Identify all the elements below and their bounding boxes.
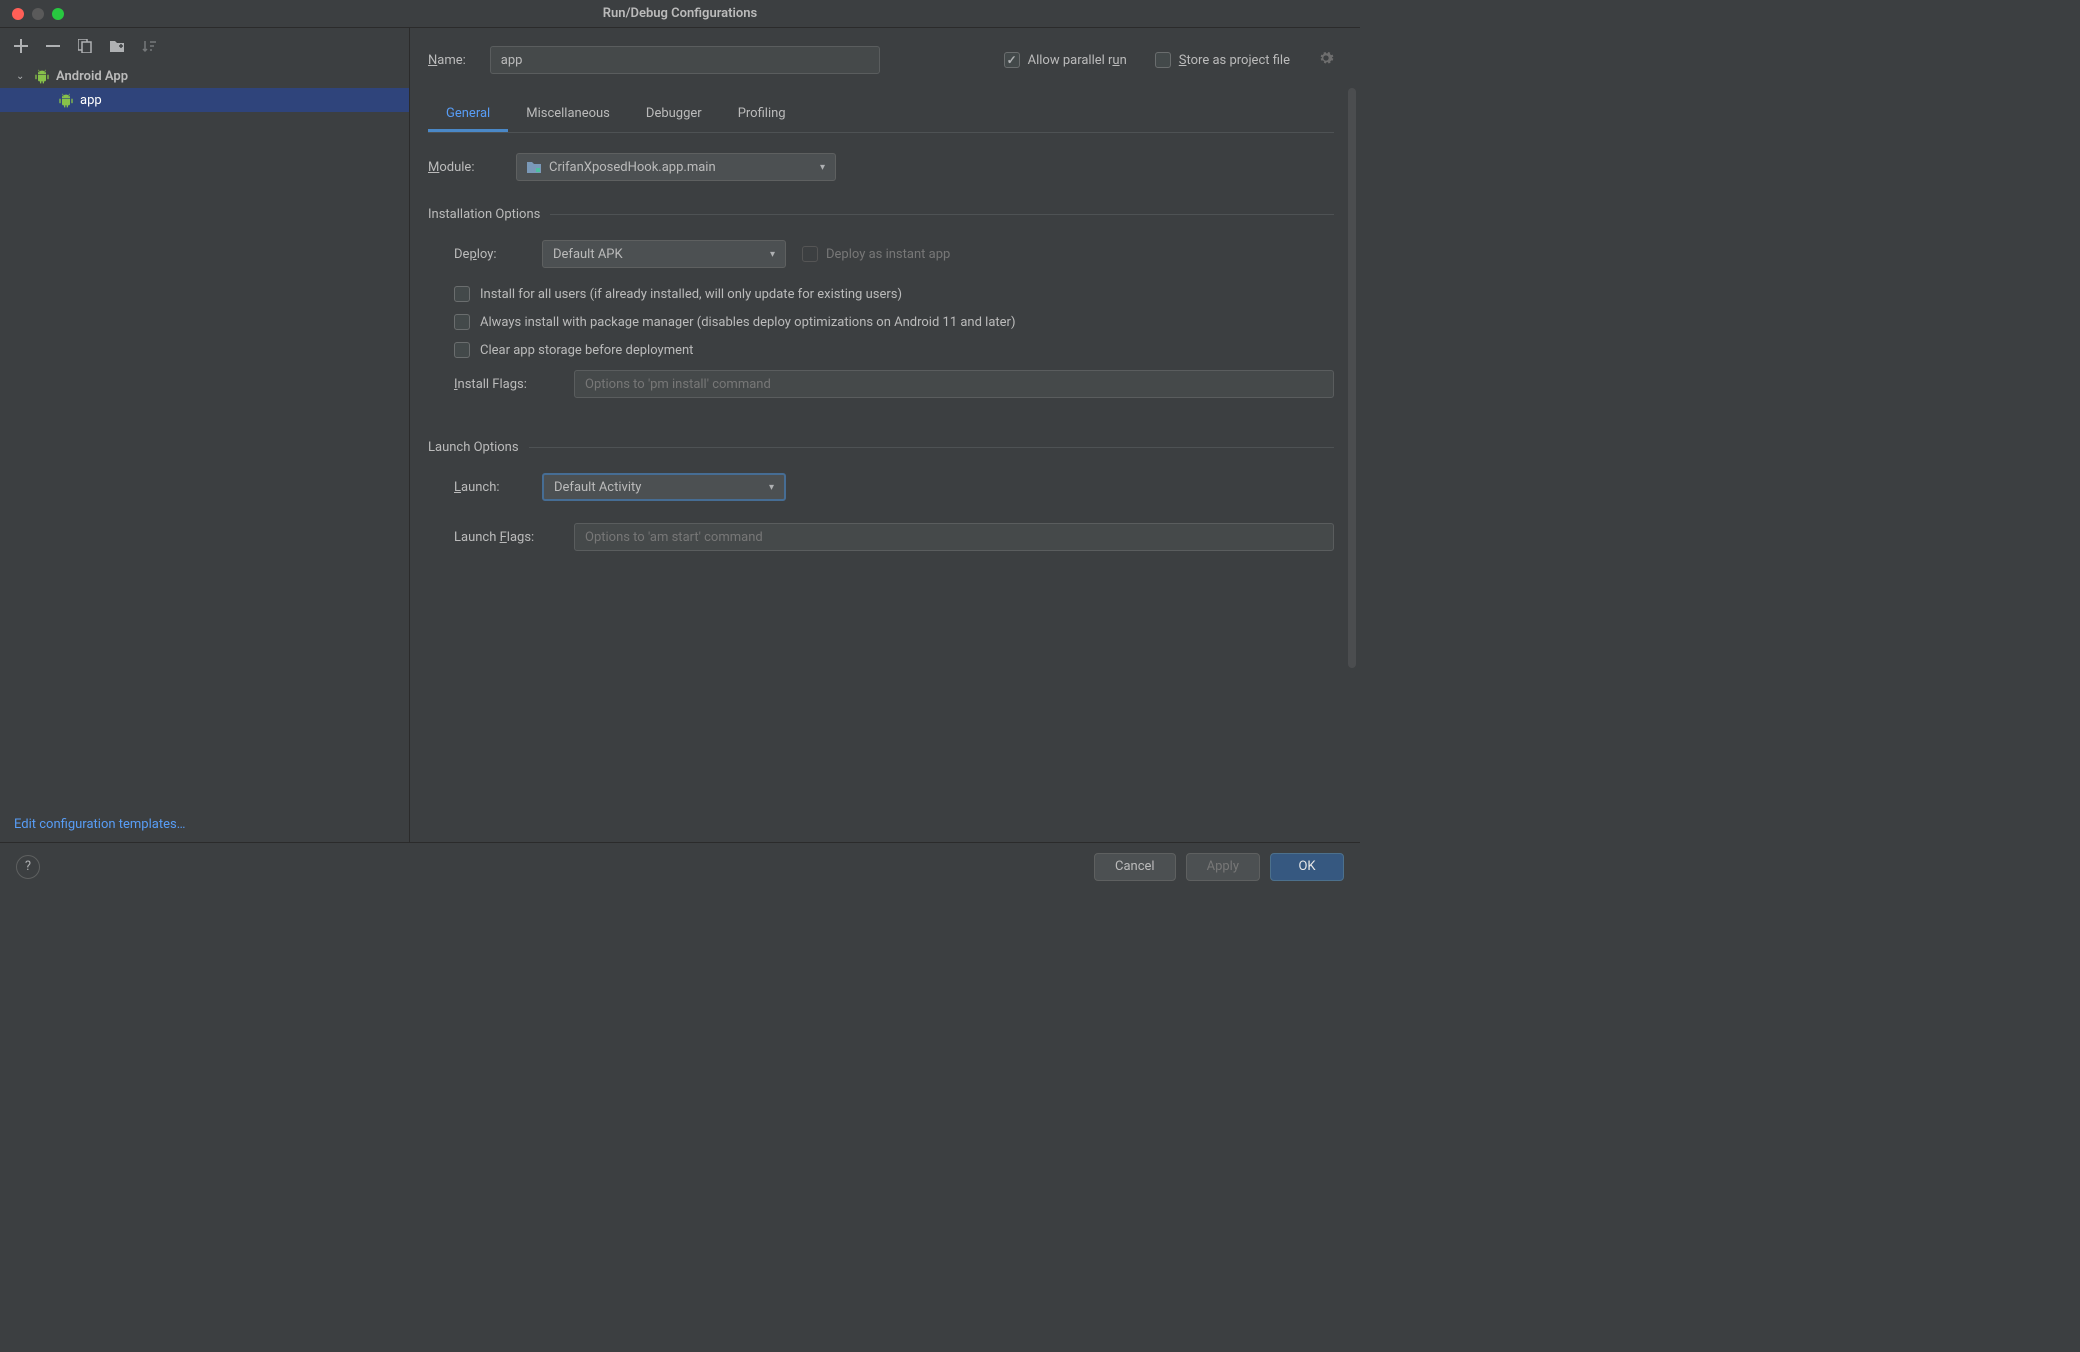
tab-debugger[interactable]: Debugger: [628, 98, 720, 132]
checkbox-icon: [454, 314, 470, 330]
sort-icon[interactable]: [140, 37, 158, 55]
separator: [550, 214, 1334, 215]
main-content: ⌄ Android App app Edit configuration tem…: [0, 28, 1360, 842]
module-row: Module: CrifanXposedHook.app.main: [428, 153, 1334, 181]
clear-app-storage-checkbox[interactable]: Clear app storage before deployment: [454, 342, 1334, 358]
store-as-project-file-checkbox[interactable]: Store as project file: [1155, 52, 1290, 68]
android-icon: [34, 68, 50, 84]
launch-flags-label: Launch Flags:: [454, 530, 558, 545]
name-input[interactable]: [490, 46, 880, 74]
cancel-button[interactable]: Cancel: [1094, 853, 1176, 881]
close-window-button[interactable]: [12, 8, 24, 20]
titlebar: Run/Debug Configurations: [0, 0, 1360, 28]
always-package-manager-checkbox[interactable]: Always install with package manager (dis…: [454, 314, 1334, 330]
chevron-down-icon: ⌄: [16, 71, 28, 82]
launch-options-section: Launch Options Launch: Default Activity …: [428, 440, 1334, 569]
launch-dropdown[interactable]: Default Activity: [542, 473, 786, 501]
module-value: CrifanXposedHook.app.main: [549, 160, 716, 175]
name-label: Name:: [428, 53, 466, 68]
module-label: Module:: [428, 160, 500, 175]
allow-parallel-label: Allow parallel run: [1028, 53, 1127, 68]
checkbox-icon: [1004, 52, 1020, 68]
launch-label: Launch:: [454, 480, 526, 495]
deploy-label: Deploy:: [454, 247, 526, 262]
install-flags-label: Install Flags:: [454, 377, 558, 392]
tabs: General Miscellaneous Debugger Profiling: [428, 98, 1334, 133]
tab-general[interactable]: General: [428, 98, 508, 132]
installation-options-title: Installation Options: [428, 207, 540, 222]
sidebar-footer: Edit configuration templates…: [0, 807, 409, 842]
tree-group-android-app[interactable]: ⌄ Android App: [0, 64, 409, 88]
config-tree: ⌄ Android App app: [0, 64, 409, 807]
deploy-instant-label: Deploy as instant app: [826, 247, 950, 262]
install-flags-input[interactable]: [574, 370, 1334, 398]
tree-group-label: Android App: [56, 69, 128, 84]
separator: [529, 447, 1334, 448]
sidebar: ⌄ Android App app Edit configuration tem…: [0, 28, 410, 842]
checkbox-icon: [1155, 52, 1171, 68]
deploy-value: Default APK: [553, 247, 623, 262]
checkbox-icon: [454, 342, 470, 358]
name-row: Name: Allow parallel run Store as projec…: [428, 46, 1334, 74]
android-icon: [58, 92, 74, 108]
install-all-users-checkbox[interactable]: Install for all users (if already instal…: [454, 286, 1334, 302]
tab-profiling[interactable]: Profiling: [720, 98, 804, 132]
add-icon[interactable]: [12, 37, 30, 55]
module-folder-icon: [527, 161, 541, 173]
install-all-users-label: Install for all users (if already instal…: [480, 287, 902, 302]
checkbox-icon: [454, 286, 470, 302]
tree-item-app[interactable]: app: [0, 88, 409, 112]
launch-options-title: Launch Options: [428, 440, 519, 455]
tab-miscellaneous[interactable]: Miscellaneous: [508, 98, 628, 132]
folder-icon[interactable]: [108, 37, 126, 55]
config-panel: Name: Allow parallel run Store as projec…: [410, 28, 1360, 842]
window-controls: [0, 8, 64, 20]
apply-button[interactable]: Apply: [1186, 853, 1260, 881]
installation-options-section: Installation Options Deploy: Default APK…: [428, 207, 1334, 416]
checkbox-icon: [802, 246, 818, 262]
deploy-dropdown[interactable]: Default APK: [542, 240, 786, 268]
sidebar-toolbar: [0, 28, 409, 64]
deploy-instant-app-checkbox: Deploy as instant app: [802, 246, 950, 262]
ok-button[interactable]: OK: [1270, 853, 1344, 881]
launch-value: Default Activity: [554, 480, 641, 495]
always-pm-label: Always install with package manager (dis…: [480, 315, 1015, 330]
window-title: Run/Debug Configurations: [603, 6, 757, 21]
tree-item-label: app: [80, 93, 102, 108]
remove-icon[interactable]: [44, 37, 62, 55]
minimize-window-button[interactable]: [32, 8, 44, 20]
maximize-window-button[interactable]: [52, 8, 64, 20]
help-button[interactable]: ?: [16, 855, 40, 879]
copy-icon[interactable]: [76, 37, 94, 55]
clear-storage-label: Clear app storage before deployment: [480, 343, 693, 358]
module-dropdown[interactable]: CrifanXposedHook.app.main: [516, 153, 836, 181]
launch-flags-input[interactable]: [574, 523, 1334, 551]
gear-icon[interactable]: [1318, 50, 1334, 70]
store-project-label: Store as project file: [1179, 53, 1290, 68]
edit-templates-link[interactable]: Edit configuration templates…: [14, 817, 185, 832]
scrollbar[interactable]: [1348, 88, 1356, 668]
bottom-bar: ? Cancel Apply OK: [0, 842, 1360, 890]
allow-parallel-run-checkbox[interactable]: Allow parallel run: [1004, 52, 1127, 68]
